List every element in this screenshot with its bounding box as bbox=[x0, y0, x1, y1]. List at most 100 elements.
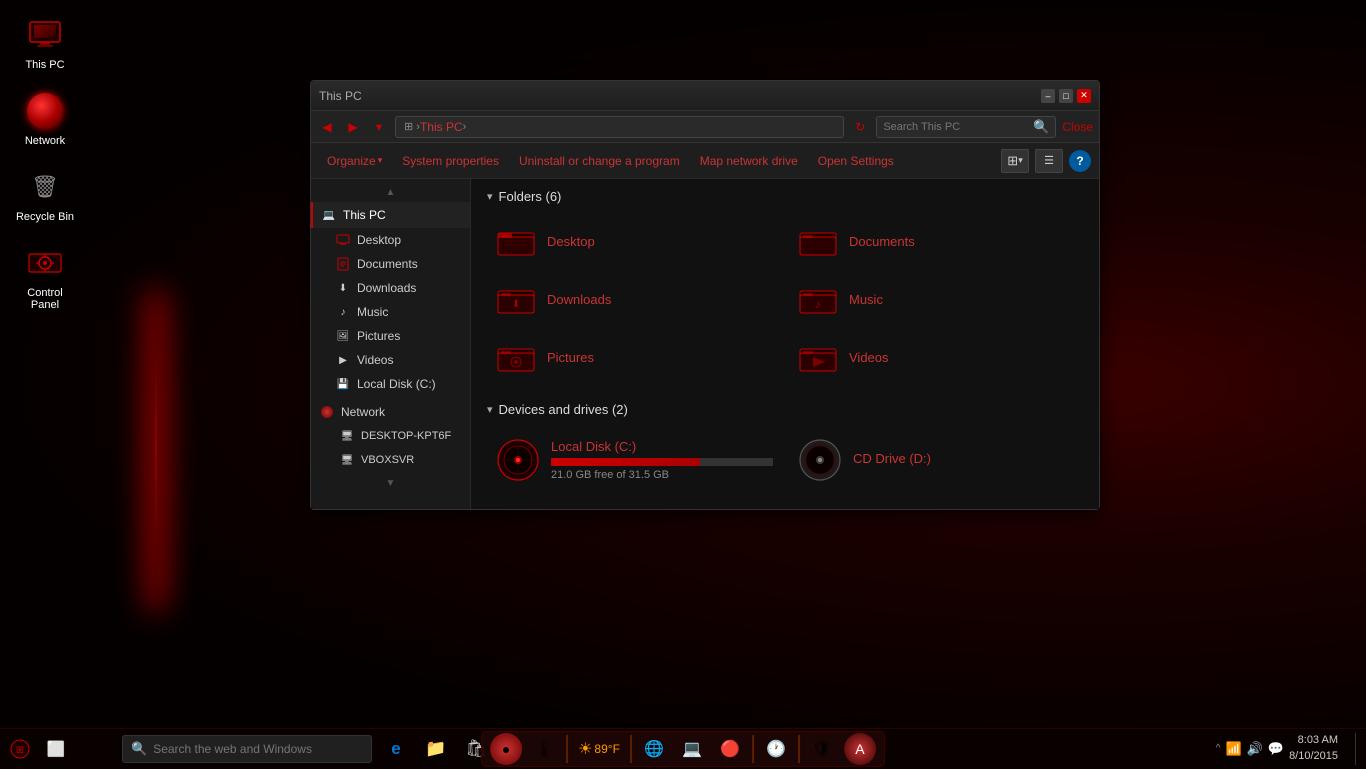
cd-drive-info: CD Drive (D:) bbox=[853, 451, 1075, 470]
address-path[interactable]: ⊞ › This PC › bbox=[395, 116, 844, 138]
maximize-button[interactable]: □ bbox=[1059, 89, 1073, 103]
refresh-button[interactable]: ↻ bbox=[850, 117, 870, 137]
tray-chevron[interactable]: ^ bbox=[1216, 743, 1221, 754]
edge-button[interactable]: e bbox=[380, 729, 412, 769]
desktop-folder-icon bbox=[495, 222, 537, 260]
folders-section-header[interactable]: ▾ Folders (6) bbox=[487, 189, 1083, 204]
system-properties-button[interactable]: System properties bbox=[394, 151, 507, 171]
folder-item-desktop[interactable]: Desktop bbox=[487, 216, 781, 266]
sidebar-scroll-down[interactable]: ▼ bbox=[384, 476, 398, 491]
dock-icon-8: A bbox=[855, 741, 864, 757]
toolbar: Organize ▾ System properties Uninstall o… bbox=[311, 143, 1099, 179]
close-button[interactable]: ✕ bbox=[1077, 89, 1091, 103]
network-sidebar-icon bbox=[319, 404, 335, 420]
folders-grid: Desktop Documents bbox=[487, 216, 1083, 382]
drive-item-cd[interactable]: CD Drive (D:) bbox=[789, 429, 1083, 491]
this-pc-label: This PC bbox=[25, 59, 64, 71]
tray-chat-icon[interactable]: 💬 bbox=[1268, 741, 1284, 757]
view-icon: ⊞ bbox=[1007, 153, 1018, 169]
pictures-sidebar-label: Pictures bbox=[357, 329, 400, 343]
sidebar: ▲ 💻 This PC Desktop Documents ⬇ D bbox=[311, 179, 471, 509]
explorer-window: This PC – □ ✕ ◀ ▶ ▾ ⊞ › This PC › ↻ 🔍 Cl… bbox=[310, 80, 1100, 510]
dropdown-button[interactable]: ▾ bbox=[369, 117, 389, 137]
pictures-folder-label: Pictures bbox=[547, 350, 594, 365]
folder-item-pictures[interactable]: Pictures bbox=[487, 332, 781, 382]
dock-separator-2 bbox=[630, 735, 632, 763]
dock-item-2[interactable]: 🌡 bbox=[528, 733, 560, 765]
folder-item-documents[interactable]: Documents bbox=[789, 216, 1083, 266]
cd-drive-icon bbox=[797, 437, 843, 483]
dock-item-5[interactable]: 🔴 bbox=[714, 733, 746, 765]
map-network-button[interactable]: Map network drive bbox=[692, 151, 806, 171]
task-view-button[interactable]: ⬜ bbox=[40, 729, 72, 769]
tray-network-icon[interactable]: 📶 bbox=[1226, 741, 1242, 757]
sidebar-item-vboxsvr[interactable]: 🖥 VBOXSVR bbox=[311, 448, 470, 472]
open-settings-button[interactable]: Open Settings bbox=[810, 151, 902, 171]
start-button[interactable]: ⊞ bbox=[0, 729, 40, 769]
taskbar-search-input[interactable] bbox=[153, 742, 363, 756]
videos-folder-icon bbox=[797, 338, 839, 376]
taskbar-clock[interactable]: 8:03 AM 8/10/2015 bbox=[1289, 733, 1348, 764]
drives-section-header[interactable]: ▾ Devices and drives (2) bbox=[487, 402, 1083, 417]
dock-item-7[interactable]: 🛡 bbox=[806, 733, 838, 765]
help-button[interactable]: ? bbox=[1069, 150, 1091, 172]
minimize-button[interactable]: – bbox=[1041, 89, 1055, 103]
dock-item-weather[interactable]: ☀ 89°F bbox=[574, 733, 624, 765]
sidebar-item-videos[interactable]: ▶ Videos bbox=[311, 348, 470, 372]
sidebar-item-desktop-kpt6f[interactable]: 🖥 DESKTOP-KPT6F bbox=[311, 424, 470, 448]
control-panel-icon bbox=[25, 243, 65, 283]
show-desktop-button[interactable] bbox=[1355, 733, 1361, 765]
desktop-icon-recycle-bin[interactable]: 🗑 Recycle Bin bbox=[10, 162, 80, 228]
dock-item-8[interactable]: A bbox=[844, 733, 876, 765]
dock-item-1[interactable]: ● bbox=[490, 733, 522, 765]
local-disk-size: 21.0 GB free of 31.5 GB bbox=[551, 469, 773, 481]
back-button[interactable]: ◀ bbox=[317, 117, 337, 137]
folder-item-downloads[interactable]: ⬇ Downloads bbox=[487, 274, 781, 324]
sidebar-item-downloads[interactable]: ⬇ Downloads bbox=[311, 276, 470, 300]
sidebar-scroll-up[interactable]: ▲ bbox=[384, 185, 398, 200]
desktop-icon-this-pc[interactable]: This PC bbox=[10, 10, 80, 76]
uninstall-button[interactable]: Uninstall or change a program bbox=[511, 151, 688, 171]
desktop-icon-network[interactable]: Network bbox=[10, 86, 80, 152]
dock-icon-3: 🌐 bbox=[644, 739, 664, 759]
dock-item-3[interactable]: 🌐 bbox=[638, 733, 670, 765]
dock-icon-2: 🌡 bbox=[534, 739, 554, 759]
toolbar-right: ⊞ ▾ ☰ ? bbox=[1001, 149, 1091, 173]
vboxsvr-label: VBOXSVR bbox=[361, 454, 414, 466]
drive-item-local-disk[interactable]: Local Disk (C:) 21.0 GB free of 31.5 GB bbox=[487, 429, 781, 491]
downloads-sidebar-label: Downloads bbox=[357, 281, 416, 295]
center-dock-container: ● 🌡 ☀ 89°F 🌐 💻 🔴 🕐 bbox=[481, 731, 885, 767]
sidebar-item-music[interactable]: ♪ Music bbox=[311, 300, 470, 324]
dock-icon-5: 🔴 bbox=[720, 739, 740, 759]
organize-dropdown-icon: ▾ bbox=[378, 155, 383, 166]
music-sidebar-label: Music bbox=[357, 305, 388, 319]
search-input[interactable] bbox=[883, 121, 1033, 133]
folder-item-videos[interactable]: Videos bbox=[789, 332, 1083, 382]
sidebar-item-this-pc[interactable]: 💻 This PC bbox=[311, 202, 470, 228]
sidebar-item-pictures[interactable]: 🖼 Pictures bbox=[311, 324, 470, 348]
sidebar-item-desktop[interactable]: Desktop bbox=[311, 228, 470, 252]
videos-sidebar-icon: ▶ bbox=[335, 352, 351, 368]
view-options-button[interactable]: ⊞ ▾ bbox=[1001, 149, 1029, 173]
svg-text:♪: ♪ bbox=[815, 299, 821, 311]
window-controls: – □ ✕ bbox=[1041, 89, 1091, 103]
organize-button[interactable]: Organize ▾ bbox=[319, 151, 390, 171]
network-label: Network bbox=[25, 135, 65, 147]
sidebar-item-network[interactable]: Network bbox=[311, 400, 470, 424]
sidebar-item-documents[interactable]: Documents bbox=[311, 252, 470, 276]
dock-item-6[interactable]: 🕐 bbox=[760, 733, 792, 765]
dock-item-4[interactable]: 💻 bbox=[676, 733, 708, 765]
local-disk-bar-fill bbox=[551, 458, 700, 466]
network-icon bbox=[25, 91, 65, 131]
tray-volume-icon[interactable]: 🔊 bbox=[1247, 741, 1263, 757]
address-close-label[interactable]: Close bbox=[1062, 120, 1093, 134]
dock-separator-4 bbox=[798, 735, 800, 763]
desktop-icon-control-panel[interactable]: Control Panel bbox=[10, 238, 80, 316]
this-pc-icon bbox=[25, 15, 65, 55]
edge-icon: e bbox=[391, 739, 400, 759]
file-explorer-button[interactable]: 📁 bbox=[420, 729, 452, 769]
folder-item-music[interactable]: ♪ Music bbox=[789, 274, 1083, 324]
view-list-button[interactable]: ☰ bbox=[1035, 149, 1063, 173]
forward-button[interactable]: ▶ bbox=[343, 117, 363, 137]
sidebar-item-local-disk[interactable]: 💾 Local Disk (C:) bbox=[311, 372, 470, 396]
